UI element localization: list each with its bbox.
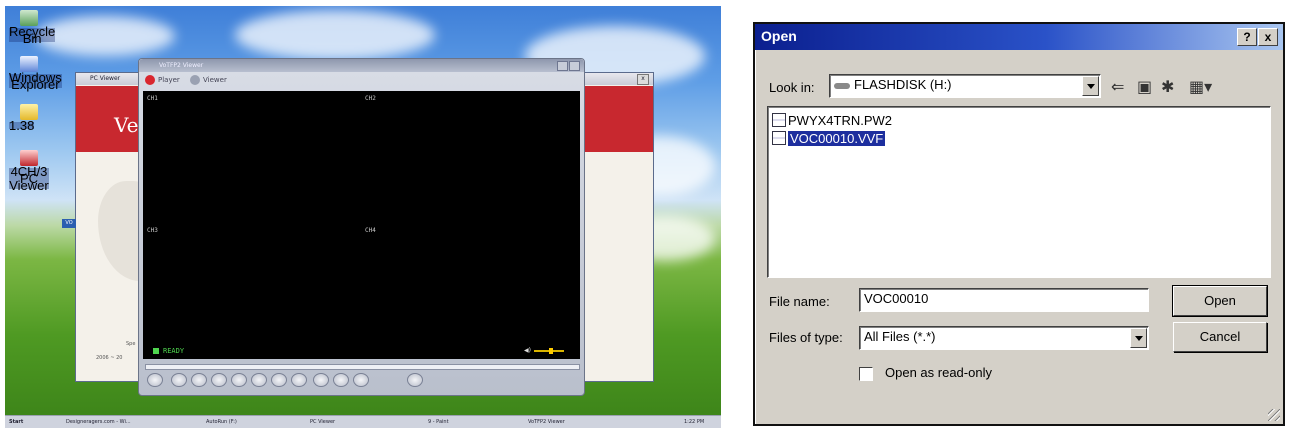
back-arrow-icon[interactable]: ⇐	[1111, 78, 1124, 96]
drive-icon	[834, 82, 850, 89]
taskbar-item[interactable]: VoTFP2 Viewer	[525, 417, 568, 427]
volume-slider[interactable]: ◀)	[524, 348, 568, 354]
taskbar: Start Designeragers.com - Wi... AutoRun …	[5, 415, 721, 428]
mode-bar: Player Viewer	[145, 75, 235, 87]
pause-button[interactable]	[211, 373, 227, 387]
layout-single-button[interactable]	[313, 373, 329, 387]
step-back-button[interactable]	[171, 373, 187, 387]
cancel-button[interactable]: Cancel	[1173, 322, 1267, 352]
desktop-icon-label: Recycle Bin	[9, 24, 56, 46]
file-name-value: VOC00010	[864, 291, 929, 306]
rewind-button[interactable]	[147, 373, 163, 387]
viewer-mode-label: Viewer	[203, 76, 227, 84]
video-display-area[interactable]: CH1 CH2 CH3 CH4 READY ◀)	[143, 91, 580, 359]
chevron-down-icon[interactable]	[1082, 76, 1099, 96]
taskbar-clock: 1:22 PM	[684, 419, 705, 425]
chevron-down-icon[interactable]	[1130, 328, 1147, 348]
new-folder-icon[interactable]: ✱	[1161, 78, 1174, 96]
file-icon	[772, 131, 786, 145]
file-type-value: All Files (*.*)	[864, 329, 936, 344]
taskbar-item[interactable]: Designeragers.com - Wi...	[63, 417, 134, 427]
dialog-title: Open	[761, 28, 797, 44]
layout-dual-button[interactable]	[333, 373, 349, 387]
fast-forward-button[interactable]	[291, 373, 307, 387]
close-icon[interactable]	[569, 61, 580, 71]
desktop-icon-folder[interactable]: 1.38	[9, 104, 49, 132]
desktop-icon-pc-viewer[interactable]: 4CH/3 PC Viewer	[9, 150, 49, 192]
close-icon[interactable]: x	[637, 74, 649, 85]
play-button[interactable]	[251, 373, 267, 387]
vot-viewer-titlebar[interactable]: VoTFP2 Viewer	[139, 59, 584, 72]
channel-label-3: CH3	[147, 227, 158, 234]
taskbar-item[interactable]: PC Viewer	[307, 417, 338, 427]
open-button[interactable]: Open	[1172, 285, 1268, 317]
look-in-text: FLASHDISK (H:)	[854, 77, 952, 92]
dialog-titlebar[interactable]: Open ? x	[755, 24, 1283, 50]
status-text: READY	[163, 347, 185, 355]
speaker-icon: ◀)	[524, 347, 531, 354]
file-name-field[interactable]: VOC00010	[859, 288, 1149, 312]
look-in-label: Look in:	[769, 80, 815, 95]
minimize-icon[interactable]	[557, 61, 568, 71]
start-button[interactable]: Start	[6, 417, 26, 427]
volume-knob[interactable]	[548, 348, 553, 354]
player-mode-label: Player	[158, 76, 180, 84]
seek-bar[interactable]	[145, 364, 580, 370]
list-item[interactable]: PWYX4TRN.PW2	[772, 113, 892, 129]
desktop-icon-windows-explorer[interactable]: Windows Explorer	[9, 56, 62, 91]
desktop-icon-recycle-bin[interactable]: Recycle Bin	[9, 10, 56, 45]
channel-label-1: CH1	[147, 95, 158, 102]
read-only-label: Open as read-only	[885, 365, 992, 380]
layout-quad-button[interactable]	[353, 373, 369, 387]
list-item-selected[interactable]: VOC00010.VVF	[772, 131, 886, 147]
file-type-label: Files of type:	[769, 330, 843, 345]
channel-label-4: CH4	[365, 227, 376, 234]
viewer-icon	[190, 75, 201, 85]
desktop-icon-label: 1.38	[9, 118, 35, 133]
channel-label-2: CH2	[365, 95, 376, 102]
file-name: PWYX4TRN.PW2	[788, 113, 893, 128]
pc-viewer-brand-text: Ve	[114, 113, 139, 137]
look-in-value: FLASHDISK (H:)	[834, 77, 952, 92]
up-folder-icon[interactable]: ▣	[1137, 78, 1152, 96]
file-type-dropdown[interactable]: All Files (*.*)	[859, 326, 1149, 350]
resize-grip-icon[interactable]	[1268, 409, 1280, 421]
read-only-checkbox[interactable]	[859, 367, 873, 381]
file-name: VOC00010.VVF	[788, 131, 886, 146]
pc-viewer-copyright-text: 2006 ~ 20	[96, 355, 123, 361]
status-indicator: READY	[153, 347, 184, 355]
layout-grid-button[interactable]	[407, 373, 423, 387]
viewer-mode-button[interactable]: Viewer	[190, 75, 227, 85]
file-name-label: File name:	[769, 294, 830, 309]
desktop-icon-label: 4CH/3 PC Viewer	[9, 164, 49, 193]
side-badge: VO	[62, 219, 76, 228]
help-button[interactable]: ?	[1237, 28, 1257, 46]
pc-viewer-footer-text: Spe	[126, 341, 136, 347]
desktop-icon-label: Windows Explorer	[9, 70, 62, 92]
view-menu-icon[interactable]: ▦▾	[1189, 78, 1212, 96]
window-title: PC Viewer	[90, 75, 121, 82]
open-file-dialog[interactable]: Open ? x Look in: FLASHDISK (H:) ⇐ ▣ ✱ ▦…	[753, 22, 1285, 426]
stop-button[interactable]	[231, 373, 247, 387]
sky-cloud	[235, 10, 435, 60]
desktop-screenshot: Recycle Bin Windows Explorer 1.38 4CH/3 …	[5, 6, 721, 428]
player-icon	[145, 75, 155, 85]
step-forward-button[interactable]	[271, 373, 287, 387]
player-mode-button[interactable]: Player	[145, 75, 180, 85]
window-title: VoTFP2 Viewer	[159, 62, 204, 69]
look-in-dropdown[interactable]: FLASHDISK (H:)	[829, 74, 1101, 98]
taskbar-item[interactable]: AutoRun (F:)	[203, 417, 240, 427]
sky-cloud	[35, 16, 175, 56]
close-button[interactable]: x	[1258, 28, 1278, 46]
reverse-play-button[interactable]	[191, 373, 207, 387]
file-icon	[772, 113, 786, 127]
vot-viewer-window[interactable]: VoTFP2 Viewer Player Viewer CH1 CH2 CH3 …	[138, 58, 585, 396]
status-light-icon	[153, 348, 159, 354]
file-list[interactable]: PWYX4TRN.PW2 VOC00010.VVF	[767, 106, 1271, 278]
taskbar-item[interactable]: 9 - Paint	[425, 417, 452, 427]
